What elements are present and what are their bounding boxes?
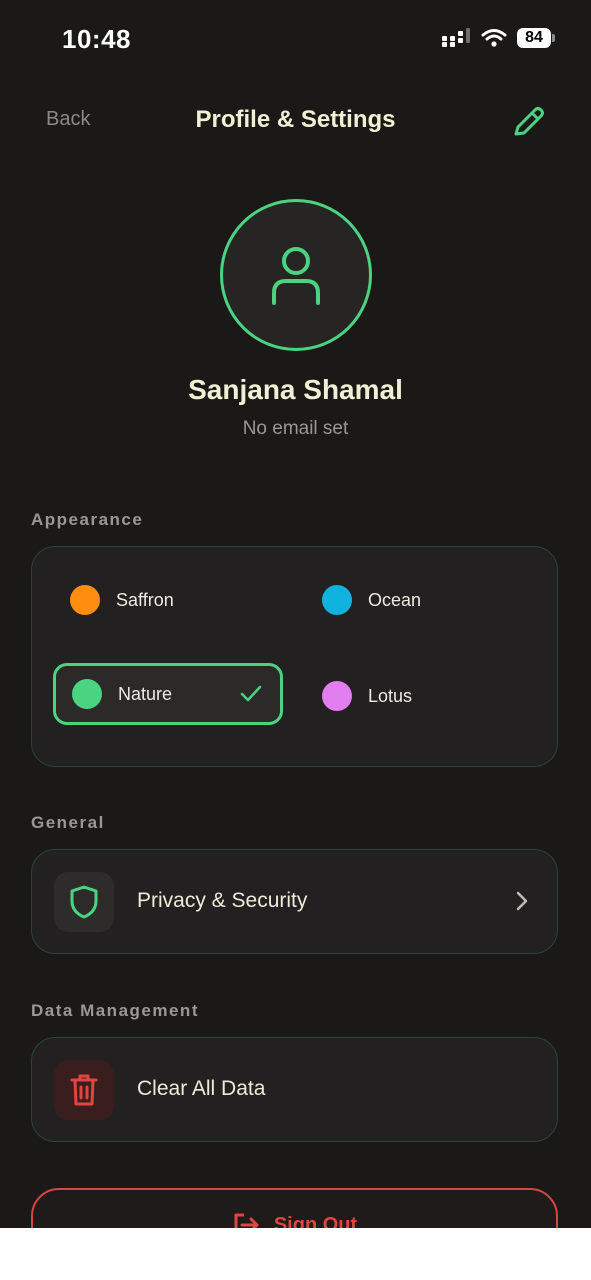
signal-icon xyxy=(442,28,470,47)
swatch-lotus xyxy=(322,681,352,711)
sign-out-button[interactable]: Sign Out xyxy=(31,1188,558,1228)
theme-label: Ocean xyxy=(368,589,422,610)
row-icon-box xyxy=(54,1060,114,1120)
profile-email: No email set xyxy=(242,418,349,439)
section-header-appearance: Appearance xyxy=(31,510,144,529)
wifi-icon xyxy=(481,29,507,47)
appearance-card: Saffron Ocean Nature Lotus xyxy=(31,546,558,767)
privacy-security-row[interactable]: Privacy & Security xyxy=(31,849,558,954)
check-icon xyxy=(240,685,262,702)
theme-label: Lotus xyxy=(368,685,413,706)
swatch-ocean xyxy=(322,585,352,615)
swatch-saffron xyxy=(70,585,100,615)
theme-option-lotus[interactable]: Lotus xyxy=(306,665,536,727)
avatar[interactable] xyxy=(220,199,372,351)
theme-label: Saffron xyxy=(116,589,174,610)
user-icon xyxy=(272,247,320,305)
bottom-edge xyxy=(0,1228,591,1280)
row-label: Privacy & Security xyxy=(137,889,308,912)
clear-all-data-row[interactable]: Clear All Data xyxy=(31,1037,558,1142)
row-icon-box xyxy=(54,872,114,932)
edit-profile-button[interactable] xyxy=(506,100,550,144)
page-title: Profile & Settings xyxy=(195,106,396,133)
status-icons: 84 xyxy=(441,28,555,48)
pencil-icon xyxy=(514,107,544,136)
sign-out-icon xyxy=(234,1213,259,1228)
status-time: 10:48 xyxy=(62,24,131,54)
chevron-right-icon xyxy=(516,891,528,911)
section-header-general: General xyxy=(31,813,105,832)
battery-indicator: 84 xyxy=(517,28,555,48)
theme-option-ocean[interactable]: Ocean xyxy=(306,569,536,631)
sign-out-content: Sign Out xyxy=(33,1212,556,1228)
theme-option-saffron[interactable]: Saffron xyxy=(54,569,284,631)
theme-option-nature[interactable]: Nature xyxy=(53,663,283,725)
profile-name: Sanjana Shamal xyxy=(188,374,403,405)
swatch-nature xyxy=(72,679,102,709)
sign-out-label: Sign Out xyxy=(273,1213,358,1229)
section-header-data-management: Data Management xyxy=(31,1001,199,1020)
theme-label: Nature xyxy=(118,683,173,704)
shield-icon xyxy=(70,885,98,919)
row-label: Clear All Data xyxy=(137,1077,266,1100)
trash-icon xyxy=(70,1074,98,1106)
app-screen: 10:48 84 Back Profile & Settings Sanjana… xyxy=(0,0,591,1228)
